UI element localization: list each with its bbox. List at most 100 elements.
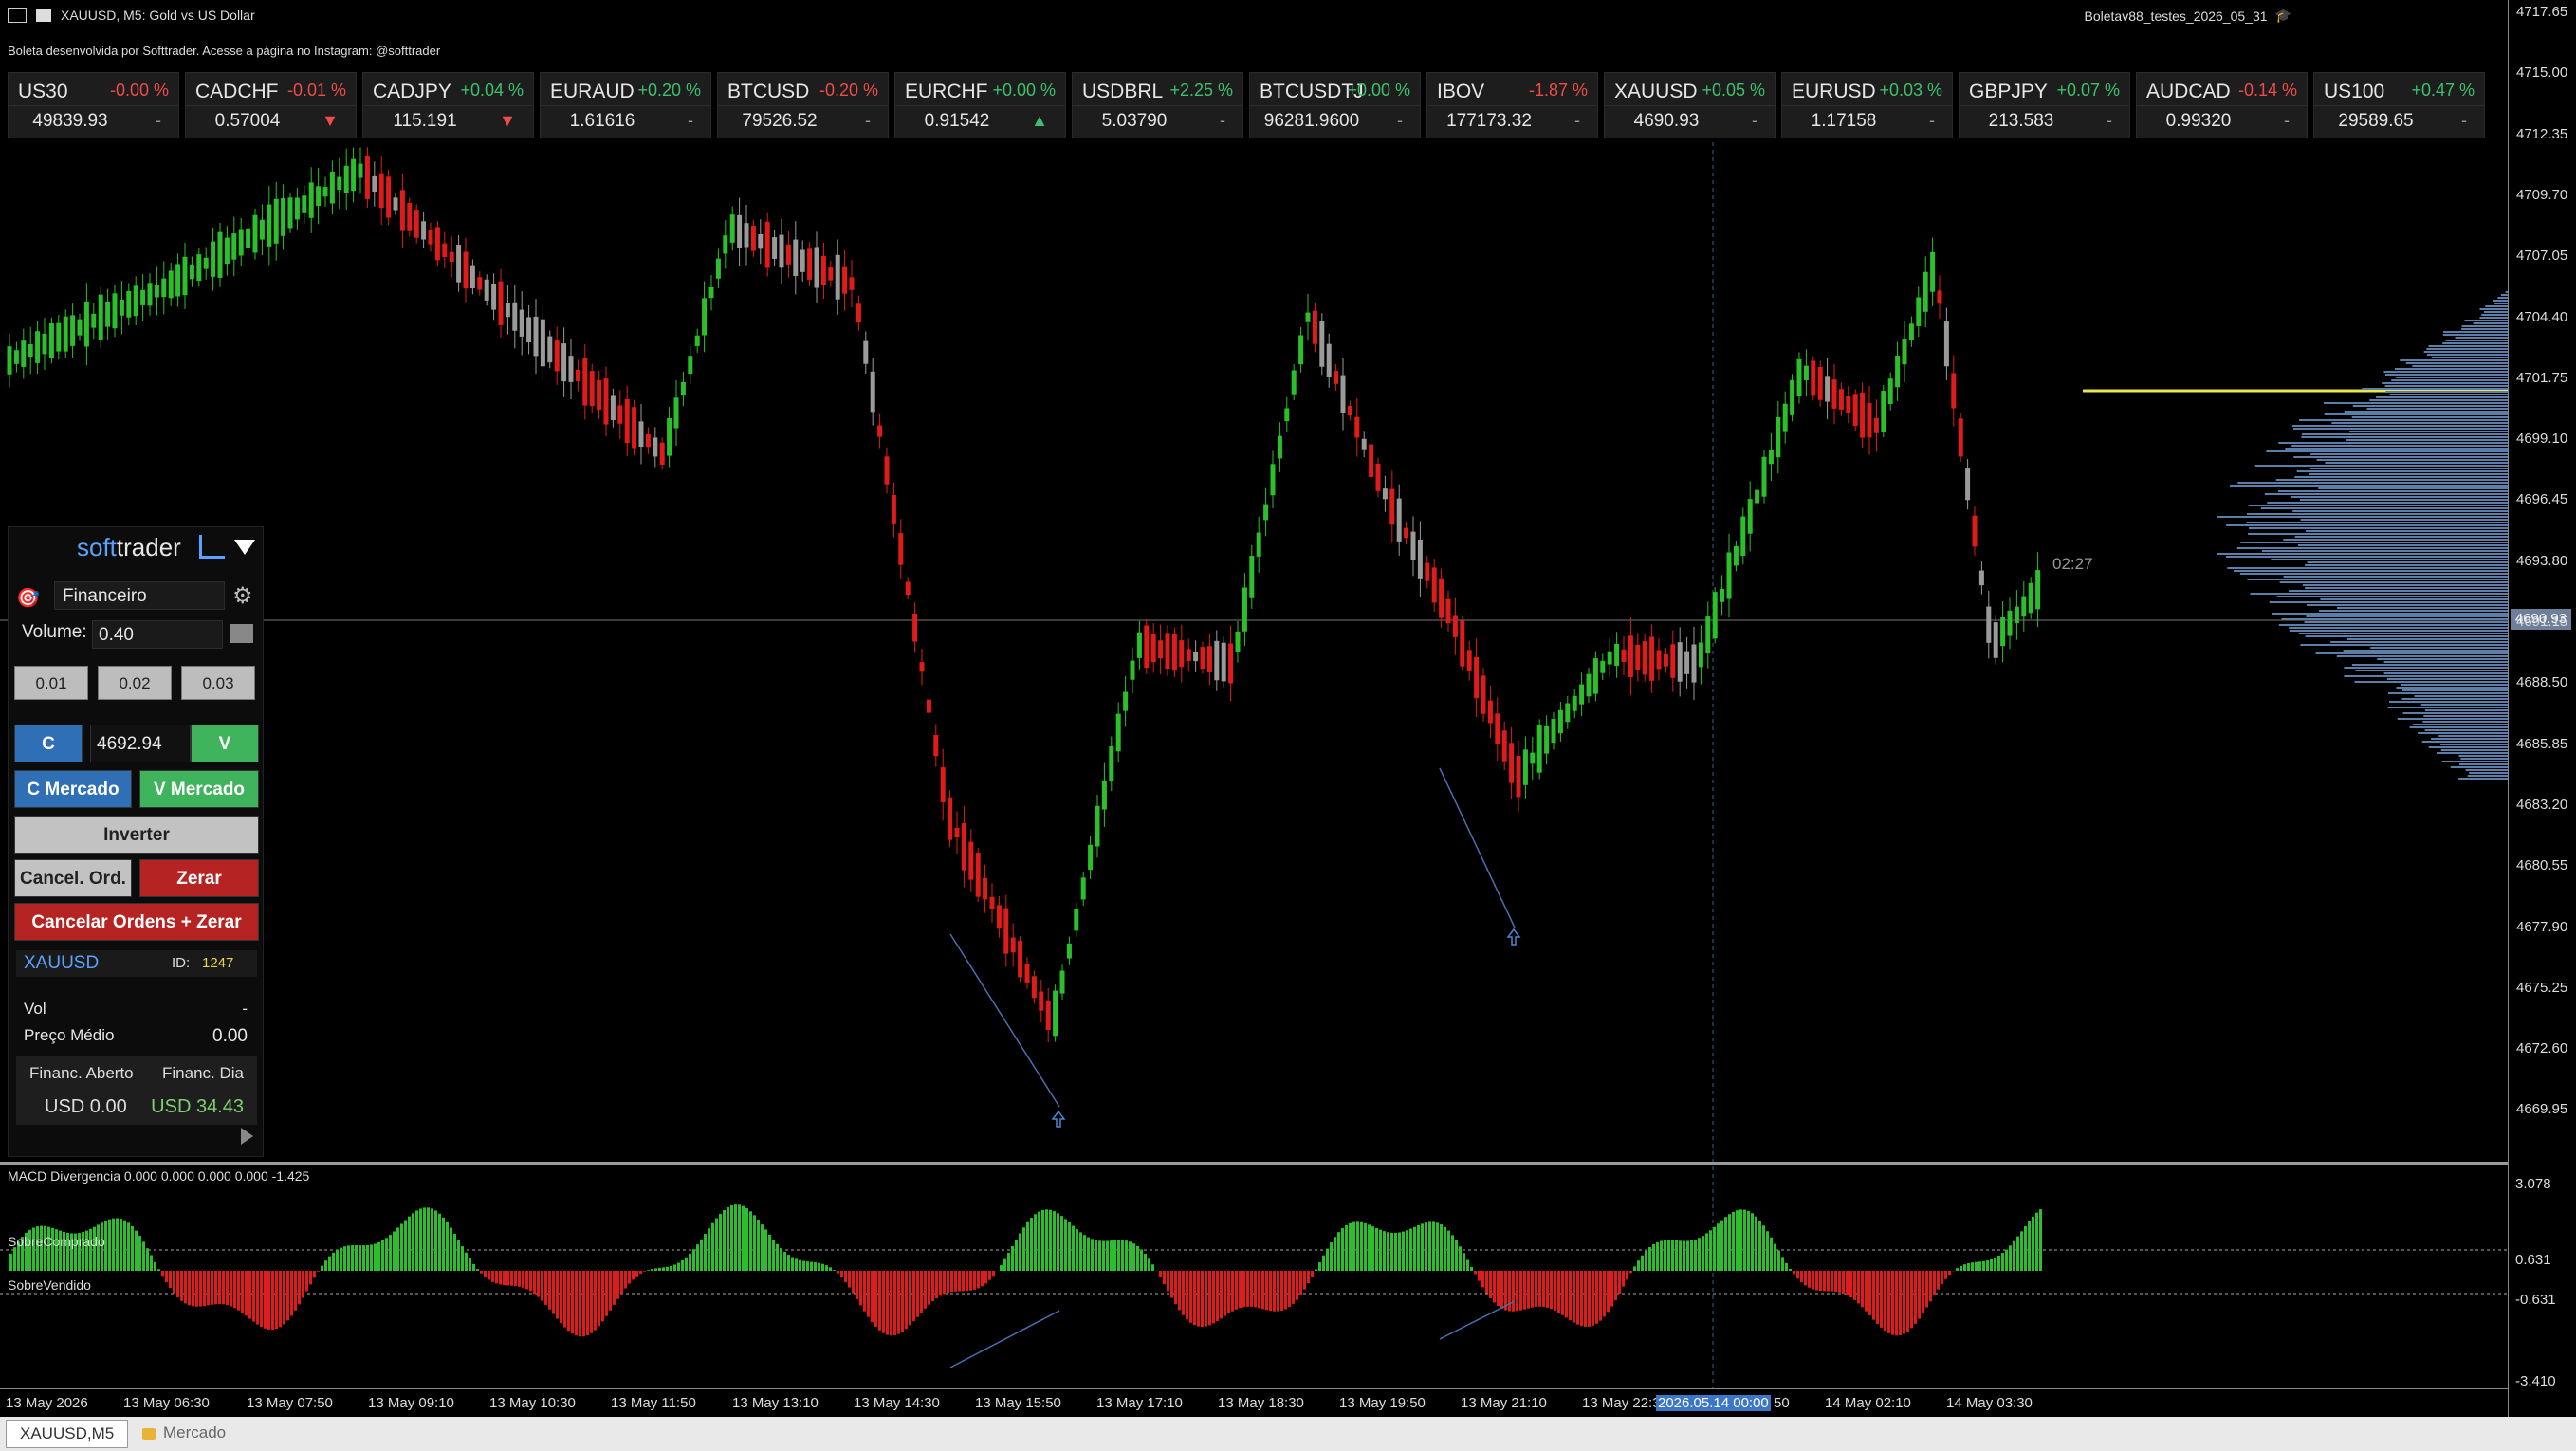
cancel-and-zero-button[interactable]: Cancelar Ordens + Zerar xyxy=(14,903,259,941)
candle-body xyxy=(1768,450,1774,465)
candle-body xyxy=(1193,652,1199,662)
candle-body xyxy=(568,356,574,382)
candle-body xyxy=(758,233,764,249)
sell-limit-button[interactable]: V xyxy=(191,725,259,762)
ticker-direction: - xyxy=(156,111,161,130)
candle-body xyxy=(1951,373,1957,409)
time-axis[interactable]: 13 May 2026 13 May 06:30 13 May 07:50 13 Ma… xyxy=(0,1388,2508,1414)
macd-pane[interactable]: SobreComprado SobreVendido xyxy=(0,1166,2508,1388)
macd-bar xyxy=(1197,1271,1200,1327)
macd-bar xyxy=(552,1271,555,1314)
profile-bar xyxy=(2484,311,2508,313)
buy-market-button[interactable]: C Mercado xyxy=(14,770,132,808)
macd-bar xyxy=(1751,1213,1754,1271)
ticker-tile[interactable]: EURUSD +0.03 % 1.17158 - xyxy=(1781,72,1953,138)
buy-limit-button[interactable]: C xyxy=(14,725,83,762)
macd-bar xyxy=(1205,1271,1207,1327)
price-tick: 4672.60 xyxy=(2516,1040,2568,1057)
macd-bar xyxy=(1231,1271,1234,1312)
ticker-tile[interactable]: US100 +0.47 % 29589.65 - xyxy=(2313,72,2485,138)
candle-body xyxy=(484,279,489,301)
macd-bar xyxy=(1098,1240,1101,1271)
pane-divider[interactable] xyxy=(0,1162,2508,1165)
profile-bar xyxy=(2497,297,2508,299)
macd-bar xyxy=(495,1271,498,1284)
macd-bar xyxy=(1432,1221,1435,1271)
price-chart[interactable] xyxy=(0,142,2508,1162)
macd-bar xyxy=(1743,1209,1746,1271)
macd-bar xyxy=(1151,1264,1154,1271)
candle-body xyxy=(1993,622,1998,658)
sell-market-button[interactable]: V Mercado xyxy=(139,770,259,808)
expand-icon[interactable] xyxy=(241,1128,253,1145)
ticker-tile[interactable]: GBPJPY +0.07 % 213.583 - xyxy=(1959,72,2130,138)
macd-bar xyxy=(563,1271,566,1328)
macd-bar xyxy=(1455,1240,1458,1271)
macd-bar xyxy=(1148,1258,1150,1271)
profile-bar xyxy=(2428,746,2508,748)
macd-bar xyxy=(624,1271,627,1289)
candle-body xyxy=(1487,700,1493,724)
macd-bar xyxy=(279,1271,282,1328)
macd-bar xyxy=(1652,1244,1655,1271)
ticker-tile[interactable]: XAUUSD +0.05 % 4690.93 - xyxy=(1604,72,1776,138)
macd-bar xyxy=(992,1271,995,1277)
invert-button[interactable]: Inverter xyxy=(14,816,259,854)
tab-chart[interactable]: XAUUSD,M5 xyxy=(6,1420,129,1448)
macd-bar xyxy=(1660,1240,1663,1271)
profile-bar xyxy=(2391,379,2508,381)
candle-body xyxy=(961,822,966,871)
ticker-tile[interactable]: AUDCAD -0.14 % 0.99320 - xyxy=(2136,72,2308,138)
volume-input[interactable]: 0.40 xyxy=(92,620,223,649)
macd-bar xyxy=(1595,1271,1598,1324)
menu-icon[interactable] xyxy=(8,8,27,23)
profile-bar xyxy=(2423,351,2508,353)
hat-icon: 🎓 xyxy=(2274,8,2291,23)
macd-bar xyxy=(958,1271,961,1292)
macd-bar xyxy=(928,1271,930,1305)
ticker-change: +0.00 % xyxy=(992,81,1056,100)
ticker-tile[interactable]: CADCHF -0.01 % 0.57004 ▼ xyxy=(185,72,357,138)
profile-bar xyxy=(2413,724,2508,726)
tab-market[interactable]: Mercado xyxy=(142,1420,226,1446)
macd-bar xyxy=(844,1271,847,1283)
ticker-change: +0.04 % xyxy=(460,81,524,100)
macd-bar xyxy=(1812,1271,1814,1290)
ticker-tile[interactable]: CADJPY +0.04 % 115.191 ▼ xyxy=(362,72,534,138)
macd-bar xyxy=(226,1271,229,1306)
macd-bar xyxy=(1349,1222,1352,1271)
strategy-select[interactable]: Financeiro xyxy=(54,581,225,610)
ticker-tile[interactable]: IBOV -1.87 % 177173.32 - xyxy=(1426,72,1598,138)
layout-icon[interactable] xyxy=(230,624,253,643)
quick-volume-1[interactable]: 0.01 xyxy=(14,666,88,700)
profile-bar xyxy=(2464,320,2508,321)
profile-bar xyxy=(2305,635,2508,637)
macd-bar xyxy=(772,1239,775,1271)
macd-bar xyxy=(1842,1271,1845,1294)
candle-body xyxy=(147,283,153,306)
gear-icon[interactable]: ⚙ xyxy=(232,582,253,610)
ticker-tile[interactable]: BTCUSDTJ +0.00 % 96281.9600- xyxy=(1249,72,1421,138)
profile-bar xyxy=(2461,328,2508,330)
macd-bar xyxy=(154,1261,156,1271)
macd-bar xyxy=(897,1271,900,1334)
ticker-tile[interactable]: EURCHF +0.00 % 0.91542 ▲ xyxy=(894,72,1066,138)
ticker-tile[interactable]: USDBRL +2.25 % 5.03790 - xyxy=(1072,72,1243,138)
quick-volume-2[interactable]: 0.02 xyxy=(98,666,172,700)
macd-bar xyxy=(1273,1271,1276,1312)
macd-bar xyxy=(837,1271,839,1274)
limit-price-input[interactable]: 4692.94 xyxy=(90,725,191,762)
ticker-tile[interactable]: US30 -0.00 % 49839.93 - xyxy=(8,72,179,138)
ticker-tile[interactable]: EURAUD +0.20 % 1.61616 - xyxy=(540,72,711,138)
macd-bar xyxy=(966,1271,968,1292)
profile-bar xyxy=(2291,445,2508,447)
vol-value: - xyxy=(242,1000,248,1018)
ticker-tile[interactable]: BTCUSD -0.20 % 79526.52 - xyxy=(717,72,889,138)
macd-bar xyxy=(1379,1229,1382,1271)
zero-button[interactable]: Zerar xyxy=(139,859,259,897)
cancel-orders-button[interactable]: Cancel. Ord. xyxy=(14,859,132,897)
quick-volume-3[interactable]: 0.03 xyxy=(181,666,255,700)
profile-bar xyxy=(2438,735,2508,737)
ticker-change: -0.01 % xyxy=(286,81,346,100)
collapse-icon[interactable] xyxy=(234,539,255,555)
